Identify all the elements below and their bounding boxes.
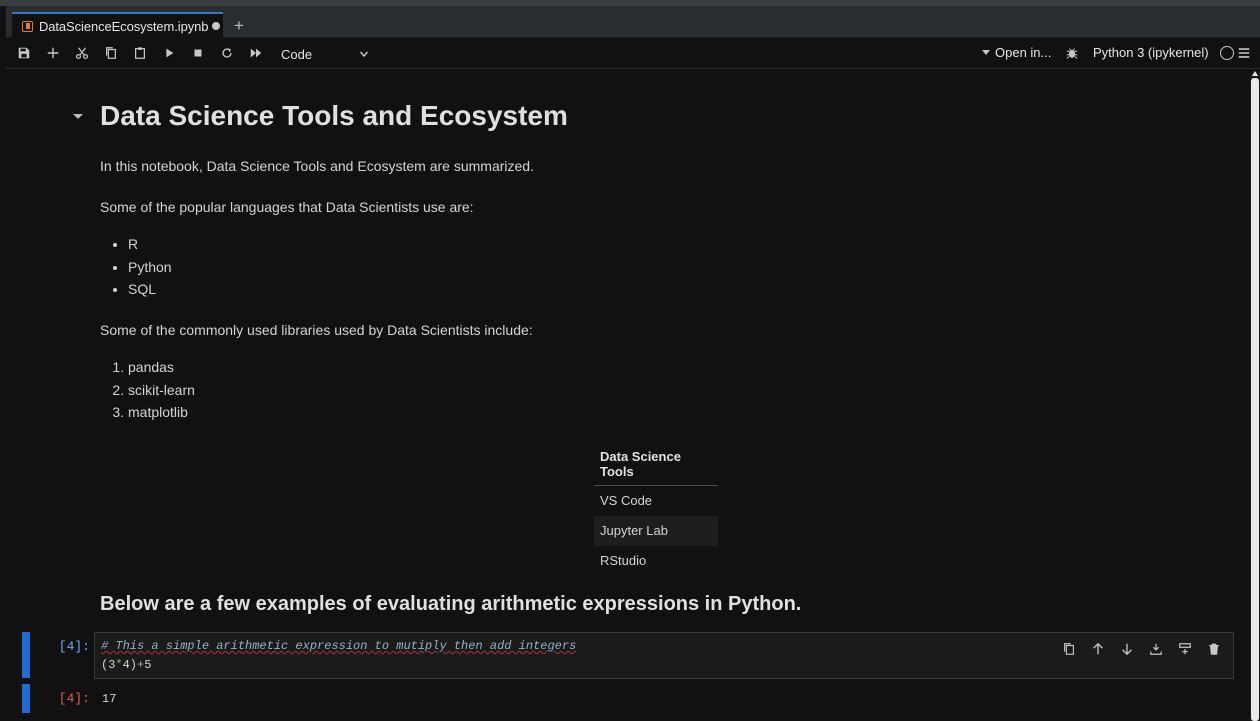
- cut-icon[interactable]: [73, 44, 91, 62]
- libraries-list: pandas scikit-learn matplotlib: [100, 357, 195, 425]
- intro-text: In this notebook, Data Science Tools and…: [100, 158, 534, 174]
- scrollbar-thumb[interactable]: [1251, 78, 1259, 721]
- restart-run-all-icon[interactable]: [247, 44, 265, 62]
- libraries-intro: Some of the commonly used libraries used…: [100, 322, 533, 338]
- tools-table: Data Science Tools VS Code Jupyter Lab R…: [594, 445, 718, 576]
- menu-icon[interactable]: [1235, 44, 1253, 62]
- tab-title: DataScienceEcosystem.ipynb: [39, 18, 209, 34]
- table-row: RStudio: [594, 546, 718, 576]
- code-token: 4): [122, 658, 138, 672]
- copy-icon[interactable]: [102, 44, 120, 62]
- caret-down-icon: [982, 50, 990, 55]
- insert-below-icon[interactable]: [1176, 641, 1194, 657]
- duplicate-cell-icon[interactable]: [1060, 641, 1078, 657]
- list-item: scikit-learn: [128, 380, 195, 403]
- kernel-name[interactable]: Python 3 (ipykernel): [1093, 45, 1209, 60]
- restart-icon[interactable]: [218, 44, 236, 62]
- notebook-title: Data Science Tools and Ecosystem: [100, 100, 568, 131]
- table-cell: VS Code: [600, 493, 653, 509]
- tab-bar: DataScienceEcosystem.ipynb +: [6, 6, 1260, 38]
- code-token: (3: [101, 658, 116, 672]
- cell-actions: [1060, 641, 1223, 657]
- table-cell: RStudio: [600, 553, 647, 568]
- notebook-toolbar: Code Open in... Python 3 (ipykernel): [6, 38, 1260, 69]
- list-item: pandas: [128, 357, 195, 380]
- output-collapser[interactable]: [22, 684, 30, 713]
- table-row: VS Code: [594, 486, 718, 516]
- cell-type-select[interactable]: Code: [281, 45, 369, 63]
- list-item: Python: [128, 257, 172, 280]
- scroll-up-arrow-icon[interactable]: [1252, 71, 1258, 76]
- cell-type-value: Code: [281, 46, 313, 62]
- debugger-bug-icon[interactable]: [1063, 44, 1081, 62]
- list-item: R: [128, 234, 172, 257]
- code-expression: (3*4)+5: [101, 658, 151, 672]
- output-prompt: [4]:: [58, 691, 90, 706]
- code-comment: # This a simple arithmetic expression to…: [101, 639, 577, 653]
- insert-above-icon[interactable]: [1147, 641, 1165, 657]
- table-header: Data Science Tools: [594, 445, 718, 486]
- collapse-heading-icon[interactable]: [73, 114, 83, 119]
- languages-list: R Python SQL: [100, 234, 172, 302]
- input-prompt: [4]:: [58, 639, 90, 654]
- move-down-icon[interactable]: [1118, 641, 1136, 657]
- cell-output: 17: [102, 692, 117, 706]
- move-up-icon[interactable]: [1089, 641, 1107, 657]
- languages-intro: Some of the popular languages that Data …: [100, 199, 474, 215]
- save-icon[interactable]: [15, 44, 33, 62]
- paste-icon[interactable]: [131, 44, 149, 62]
- unsaved-dot-icon[interactable]: [212, 22, 221, 30]
- run-icon[interactable]: [160, 44, 178, 62]
- code-token: 5: [144, 658, 152, 672]
- stop-icon[interactable]: [189, 44, 207, 62]
- new-tab-button[interactable]: +: [228, 17, 250, 37]
- list-item: matplotlib: [128, 402, 195, 425]
- open-in-label: Open in...: [995, 45, 1052, 60]
- chevron-down-icon: [359, 51, 369, 58]
- cell-collapser[interactable]: [22, 632, 30, 678]
- list-item: SQL: [128, 279, 172, 302]
- scrollbar[interactable]: [1250, 71, 1260, 721]
- open-in-button[interactable]: Open in...: [982, 45, 1051, 60]
- arithmetic-heading: Below are a few examples of evaluating a…: [100, 593, 802, 615]
- tab-notebook[interactable]: DataScienceEcosystem.ipynb: [12, 12, 223, 38]
- table-cell: Jupyter Lab: [594, 515, 718, 546]
- code-editor[interactable]: # This a simple arithmetic expression to…: [94, 632, 1234, 679]
- notebook-icon: [22, 20, 33, 32]
- table-row: Jupyter Lab: [594, 515, 718, 546]
- kernel-status-icon: [1220, 46, 1234, 60]
- code-operator: *: [115, 658, 123, 672]
- add-cell-icon[interactable]: [44, 44, 62, 62]
- delete-cell-icon[interactable]: [1205, 641, 1223, 657]
